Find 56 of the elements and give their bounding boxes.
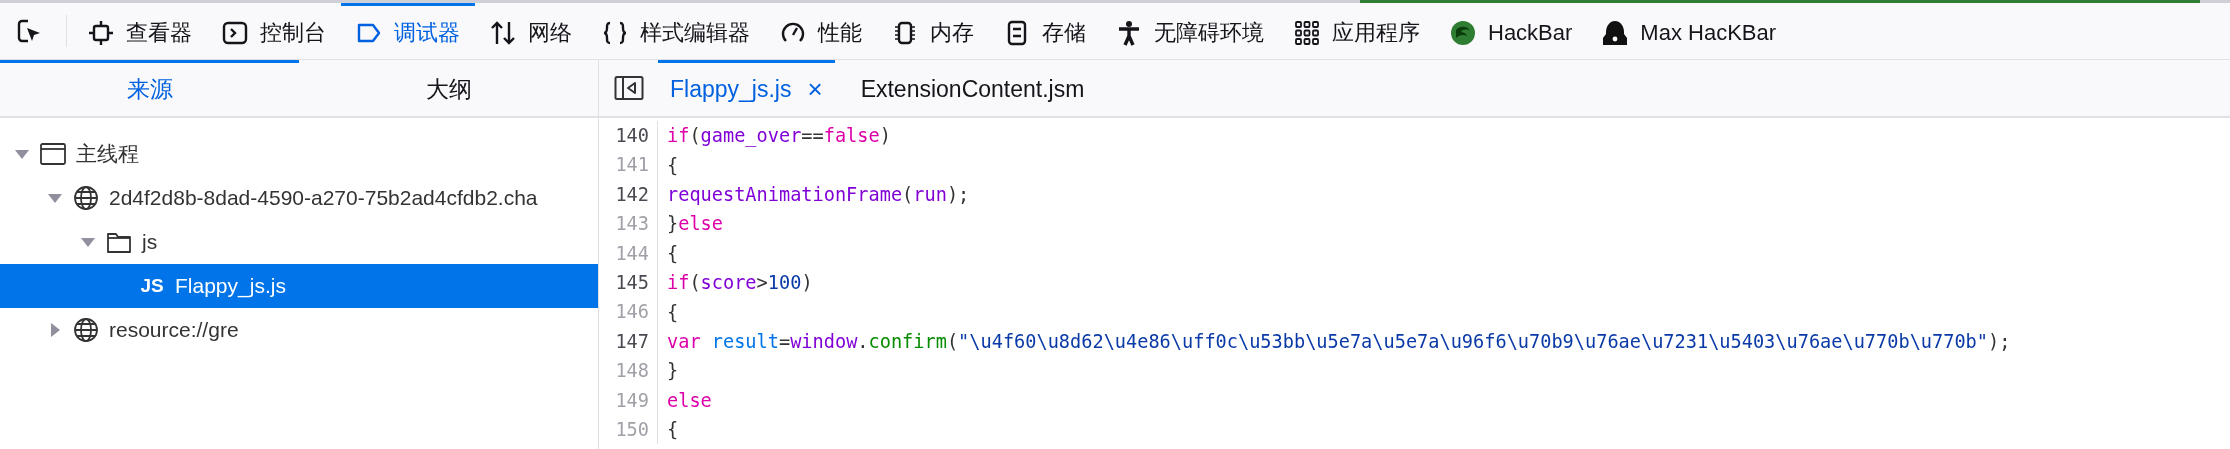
close-button[interactable]: × <box>807 74 823 105</box>
line-number[interactable]: 145 <box>599 267 658 298</box>
code-line: if(game_over==false) <box>666 125 891 147</box>
toolbox-tab[interactable]: 控制台 <box>207 3 341 59</box>
tree-item[interactable]: js <box>0 220 598 264</box>
toolbox-tab[interactable]: 网络 <box>475 3 587 59</box>
code-line: if(score>100) <box>666 272 813 294</box>
globe-icon <box>73 317 99 343</box>
toolbox-tab[interactable]: 存储 <box>989 3 1101 59</box>
tree-label: 主线程 <box>76 141 139 167</box>
toolbox-tab[interactable]: Max HacKBar <box>1587 3 1792 59</box>
cursor-icon[interactable] <box>16 18 42 44</box>
tree-label: js <box>142 230 158 254</box>
code-line: { <box>666 301 679 323</box>
toolbox-tab[interactable]: 性能 <box>765 3 877 59</box>
code-line: var result=window.confirm("\u4f60\u8d62\u4e86\uff0c\u53bb\u5e7a\u5e7a\u96f6\u70b9\u76ae\u7231\u5403\u76ae\u770b\u770b"); <box>666 330 2011 352</box>
source-tab[interactable]: ExtensionContent.jsm <box>848 60 1097 116</box>
toolbox-tab[interactable]: 内存 <box>877 3 989 59</box>
grid-icon <box>1294 19 1320 46</box>
chip-icon <box>892 19 918 46</box>
sidebar-toggle-icon[interactable] <box>614 75 644 101</box>
tree-label: 2d4f2d8b-8dad-4590-a270-75b2ad4cfdb2.cha <box>109 186 538 210</box>
toolbox-tab[interactable]: 查看器 <box>73 3 207 59</box>
sidebar-tab[interactable]: 来源 <box>0 60 299 116</box>
code-line: } <box>666 360 679 382</box>
hood-icon <box>1602 19 1629 46</box>
tree-item[interactable]: JS Flappy_js.js <box>0 264 598 308</box>
source-tab[interactable]: Flappy_js.js × <box>658 60 835 116</box>
line-number[interactable]: 140 <box>599 121 658 151</box>
tree-item[interactable]: resource://gre <box>0 308 598 352</box>
arrows-icon <box>490 19 516 46</box>
globe-icon <box>73 185 99 211</box>
sidebar-tab[interactable]: 大纲 <box>299 60 598 116</box>
window-icon <box>40 141 66 167</box>
line-number[interactable]: 147 <box>599 326 658 357</box>
code-line: else <box>666 389 712 411</box>
code-line: { <box>666 154 679 176</box>
line-number[interactable]: 142 <box>599 179 658 210</box>
tree-item[interactable]: 2d4f2d8b-8dad-4590-a270-75b2ad4cfdb2.cha <box>0 176 598 220</box>
toolbox-tab[interactable]: 无障碍环境 <box>1101 3 1279 59</box>
tree-label: resource://gre <box>109 318 239 342</box>
tree-item[interactable]: 主线程 <box>0 132 598 176</box>
toolbox-tab[interactable]: 样式编辑器 <box>587 3 765 59</box>
tree-label: Flappy_js.js <box>175 274 286 298</box>
frame-icon <box>88 19 114 46</box>
toolbox-tab[interactable]: 应用程序 <box>1279 3 1435 59</box>
code-line: }else <box>666 213 723 235</box>
code-line: { <box>666 242 679 264</box>
code-line: requestAnimationFrame(run); <box>666 183 970 205</box>
braces-icon <box>602 19 628 46</box>
terminal-icon <box>222 19 248 46</box>
person-icon <box>1116 19 1142 46</box>
orb-icon <box>1450 19 1476 46</box>
code-line: { <box>666 419 679 441</box>
file-type-label: JS <box>139 275 165 297</box>
toolbox-tab[interactable]: HackBar <box>1435 3 1588 59</box>
